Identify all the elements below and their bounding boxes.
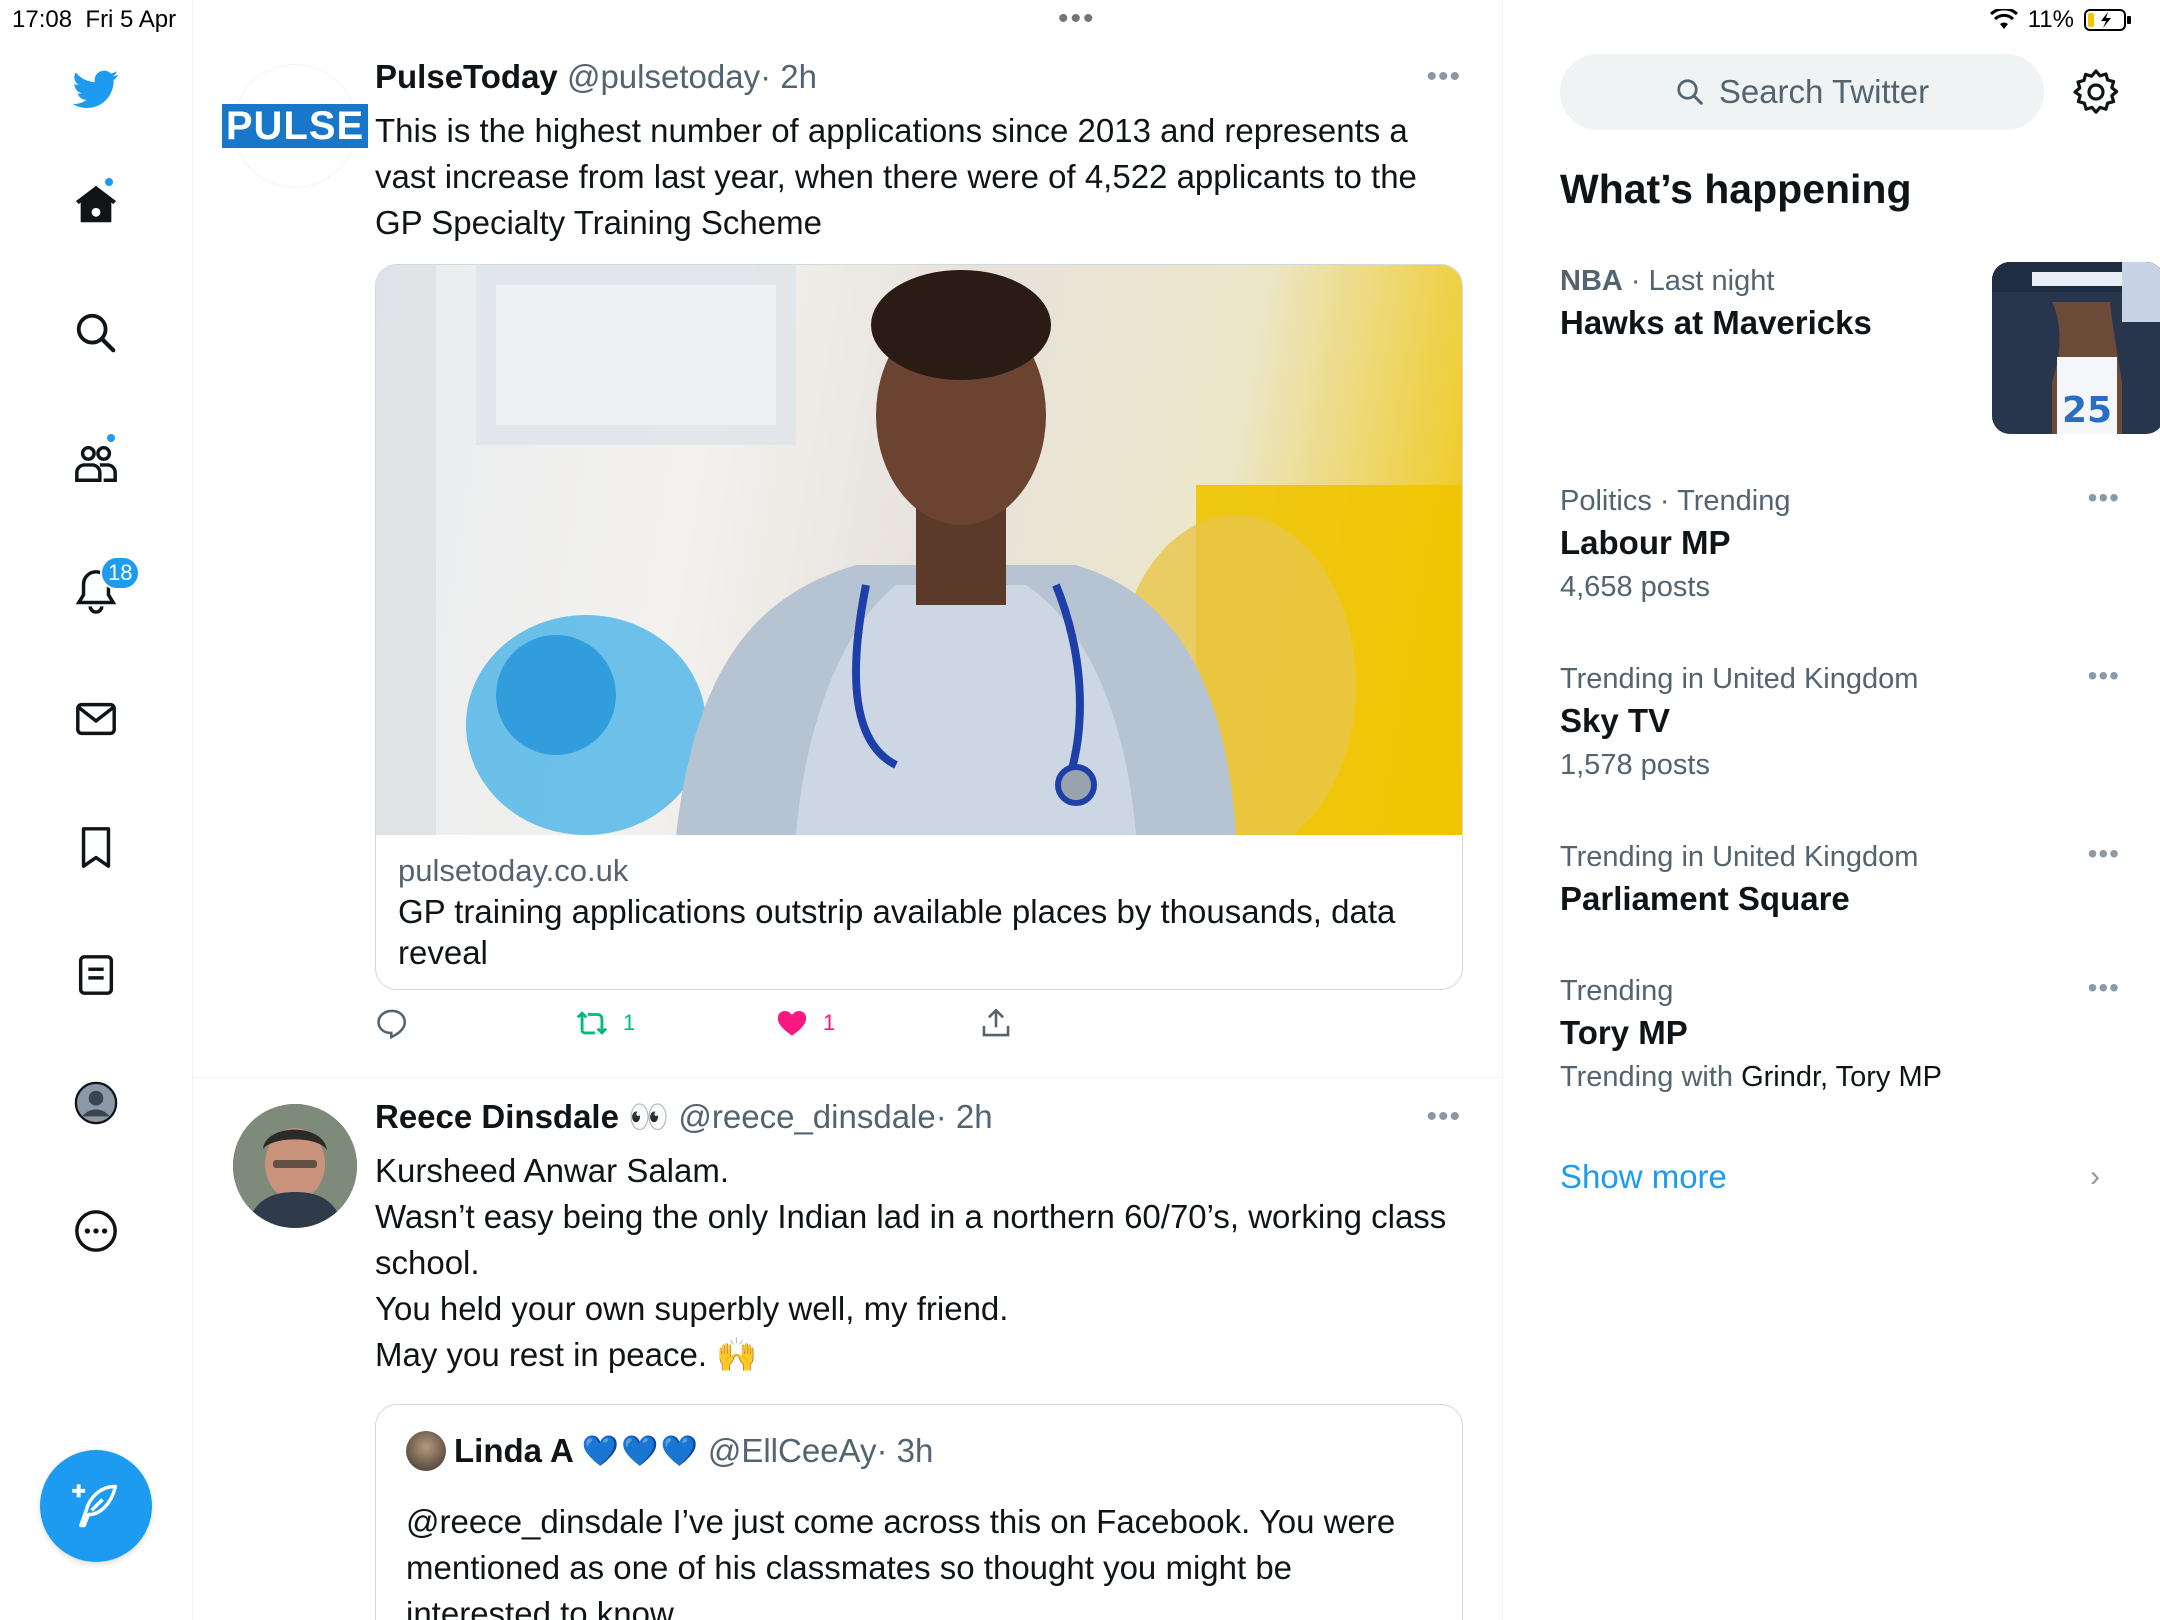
trend-post-count: 4,658 posts xyxy=(1560,571,1710,603)
trend-category: Trending in United Kingdom xyxy=(1560,663,1919,695)
compose-tweet-button[interactable] xyxy=(40,1450,152,1562)
bookmarks-icon[interactable] xyxy=(71,822,121,872)
trend-more-icon[interactable]: ••• xyxy=(2088,660,2120,692)
trend-item[interactable]: Trending in United Kingdom Sky TV 1,578 … xyxy=(1560,660,2120,786)
author-avatar[interactable] xyxy=(233,1104,357,1228)
search-placeholder: Search Twitter xyxy=(1718,73,1930,110)
share-icon xyxy=(982,1008,1010,1037)
home-icon[interactable] xyxy=(71,176,121,230)
trend-more-icon[interactable]: ••• xyxy=(2088,972,2120,1004)
author-name[interactable]: PulseToday xyxy=(375,58,558,95)
trend-item[interactable]: Trending Tory MP Trending with Grindr, T… xyxy=(1560,972,2120,1098)
trend-category: Trending xyxy=(1560,975,1674,1007)
author-avatar[interactable]: PULSE xyxy=(221,64,369,188)
tweet-more-icon[interactable]: ••• xyxy=(1426,60,1461,94)
quoted-tweet[interactable]: Linda A 💙💙💙 @EllCeeAy· 3h @reece_dinsdal… xyxy=(375,1404,1463,1620)
quoted-author-handle[interactable]: @EllCeeAy· 3h xyxy=(708,1432,934,1470)
tweet[interactable]: PULSE PulseToday @pulsetoday· 2h ••• Thi… xyxy=(193,40,1503,1078)
reply-button[interactable] xyxy=(375,1006,409,1040)
quoted-author-avatar[interactable] xyxy=(406,1431,446,1471)
trend-name: Tory MP xyxy=(1560,1014,1688,1051)
home-unread-dot xyxy=(103,176,115,188)
tweet-time[interactable]: · 2h xyxy=(936,1098,993,1135)
trend-item[interactable]: Trending in United Kingdom Parliament Sq… xyxy=(1560,838,2120,922)
author-handle[interactable]: @pulsetoday xyxy=(567,58,760,95)
tweet-time[interactable]: · 2h xyxy=(760,58,817,95)
blue-hearts-emoji: 💙💙💙 xyxy=(581,1434,700,1468)
settings-gear-icon[interactable] xyxy=(2072,68,2120,116)
reply-icon xyxy=(377,1009,407,1040)
trend-name: Labour MP xyxy=(1560,524,1731,561)
whats-happening-title: What’s happening xyxy=(1560,166,1912,212)
card-domain: pulsetoday.co.uk xyxy=(398,853,629,888)
compose-feather-icon xyxy=(72,1484,118,1528)
tweet-more-icon[interactable]: ••• xyxy=(1426,1100,1461,1134)
tweet-header: Reece Dinsdale 👀 @reece_dinsdale· 2h xyxy=(375,1098,993,1137)
tweet[interactable]: Reece Dinsdale 👀 @reece_dinsdale· 2h •••… xyxy=(193,1078,1503,1620)
tweet-text-line: Wasn’t easy being the only Indian lad in… xyxy=(375,1198,1447,1281)
share-button[interactable] xyxy=(979,1006,1013,1040)
lists-icon[interactable] xyxy=(71,950,121,1000)
explore-search-icon[interactable] xyxy=(71,308,121,358)
link-card[interactable]: pulsetoday.co.uk GP training application… xyxy=(375,264,1463,990)
quoted-tweet-header: Linda A 💙💙💙 @EllCeeAy· 3h xyxy=(406,1431,933,1471)
retweet-count: 1 xyxy=(623,1010,636,1035)
tweet-text: Kursheed Anwar Salam. Wasn’t easy being … xyxy=(375,1148,1455,1378)
tweet-text-line: May you rest in peace. 🙌 xyxy=(375,1336,758,1373)
search-icon xyxy=(1677,79,1703,105)
right-sidebar: Search Twitter What’s happening NBA · La… xyxy=(1504,0,2160,1620)
trend-name: Parliament Square xyxy=(1560,880,1850,917)
tweet-text: This is the highest number of applicatio… xyxy=(375,112,1417,241)
card-info: pulsetoday.co.uk GP training application… xyxy=(398,851,1438,973)
trend-image-basketball: 25 xyxy=(1992,262,2160,434)
trend-category: Politics · Trending xyxy=(1560,485,1791,517)
twitter-logo-icon[interactable] xyxy=(71,64,121,114)
show-more-link[interactable]: Show more xyxy=(1560,1158,1727,1196)
search-input[interactable]: Search Twitter xyxy=(1560,54,2044,130)
trend-name: Sky TV xyxy=(1560,702,1671,739)
communities-unread-dot xyxy=(105,432,117,444)
eyes-emoji: 👀 xyxy=(628,1098,670,1135)
heart-filled-icon xyxy=(777,1010,807,1036)
author-name[interactable]: Reece Dinsdale xyxy=(375,1098,619,1135)
messages-envelope-icon[interactable] xyxy=(71,694,121,744)
chevron-right-icon[interactable]: › xyxy=(2090,1160,2100,1194)
left-nav: 18 xyxy=(0,0,193,1620)
trend-post-count: 1,578 posts xyxy=(1560,749,1710,781)
notifications-badge: 18 xyxy=(100,556,141,590)
quoted-author-name[interactable]: Linda A xyxy=(454,1432,574,1470)
tweet-text-line: You held your own superbly well, my frie… xyxy=(375,1290,1009,1327)
retweet-icon xyxy=(576,1011,608,1035)
like-button[interactable]: 1 xyxy=(775,1006,835,1040)
trend-more-icon[interactable]: ••• xyxy=(2088,838,2120,870)
trend-category: Trending in United Kingdom xyxy=(1560,841,1919,873)
author-handle[interactable]: @reece_dinsdale xyxy=(678,1098,935,1135)
more-options-icon[interactable] xyxy=(71,1206,121,1256)
pulse-logo-text: PULSE xyxy=(221,104,369,148)
retweet-button[interactable]: 1 xyxy=(575,1006,635,1040)
card-title: GP training applications outstrip availa… xyxy=(398,893,1396,971)
tweet-text-line: Kursheed Anwar Salam. xyxy=(375,1152,730,1189)
trend-item[interactable]: Politics · Trending Labour MP 4,658 post… xyxy=(1560,482,2120,608)
trend-more-icon[interactable]: ••• xyxy=(2088,482,2120,514)
svg-text:25: 25 xyxy=(2062,390,2112,431)
card-image-doctor xyxy=(376,265,1462,835)
quoted-tweet-text: @reece_dinsdale I’ve just come across th… xyxy=(406,1503,1396,1620)
tweet-actions: 1 1 xyxy=(375,1006,1075,1056)
trend-related: Trending with Grindr, Tory MP xyxy=(1560,1061,1942,1093)
tweet-header: PulseToday @pulsetoday· 2h xyxy=(375,58,817,96)
communities-icon[interactable] xyxy=(71,432,121,488)
timeline: PULSE PulseToday @pulsetoday· 2h ••• Thi… xyxy=(193,0,1503,1620)
like-count: 1 xyxy=(823,1010,836,1035)
profile-avatar-icon[interactable] xyxy=(71,1078,121,1128)
trend-item[interactable]: NBA · Last night Hawks at Mavericks 25 xyxy=(1560,262,2160,434)
